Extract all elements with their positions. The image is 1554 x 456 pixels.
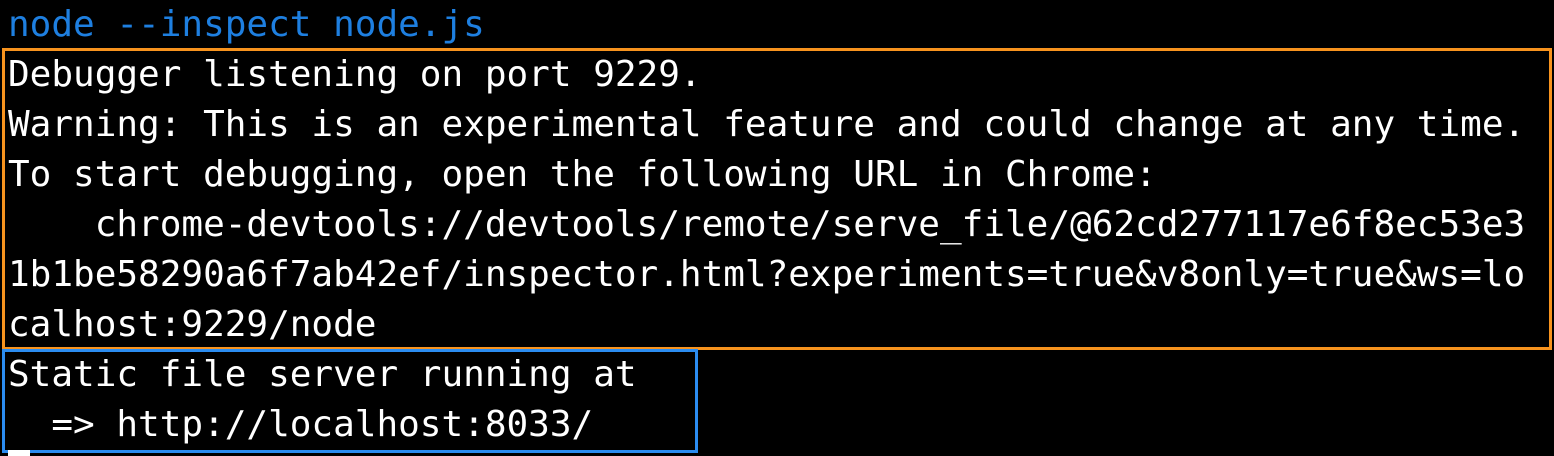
terminal-window[interactable]: node --inspect node.js Debugger listenin… <box>0 0 1554 456</box>
devtools-url-line-1[interactable]: chrome-devtools://devtools/remote/serve_… <box>8 200 1525 250</box>
start-debugging-line: To start debugging, open the following U… <box>8 154 1157 195</box>
command-line: node --inspect node.js <box>8 4 485 45</box>
experimental-warning-line: Warning: This is an experimental feature… <box>8 104 1526 145</box>
static-server-line: Static file server running at <box>8 354 637 395</box>
terminal-cursor <box>8 450 30 456</box>
localhost-url-line[interactable]: => http://localhost:8033/ <box>8 400 593 450</box>
debugger-listening-line: Debugger listening on port 9229. <box>8 54 702 95</box>
devtools-url-line-3[interactable]: calhost:9229/node <box>8 300 376 350</box>
devtools-url-line-2[interactable]: 1b1be58290a6f7ab42ef/inspector.html?expe… <box>8 250 1525 300</box>
